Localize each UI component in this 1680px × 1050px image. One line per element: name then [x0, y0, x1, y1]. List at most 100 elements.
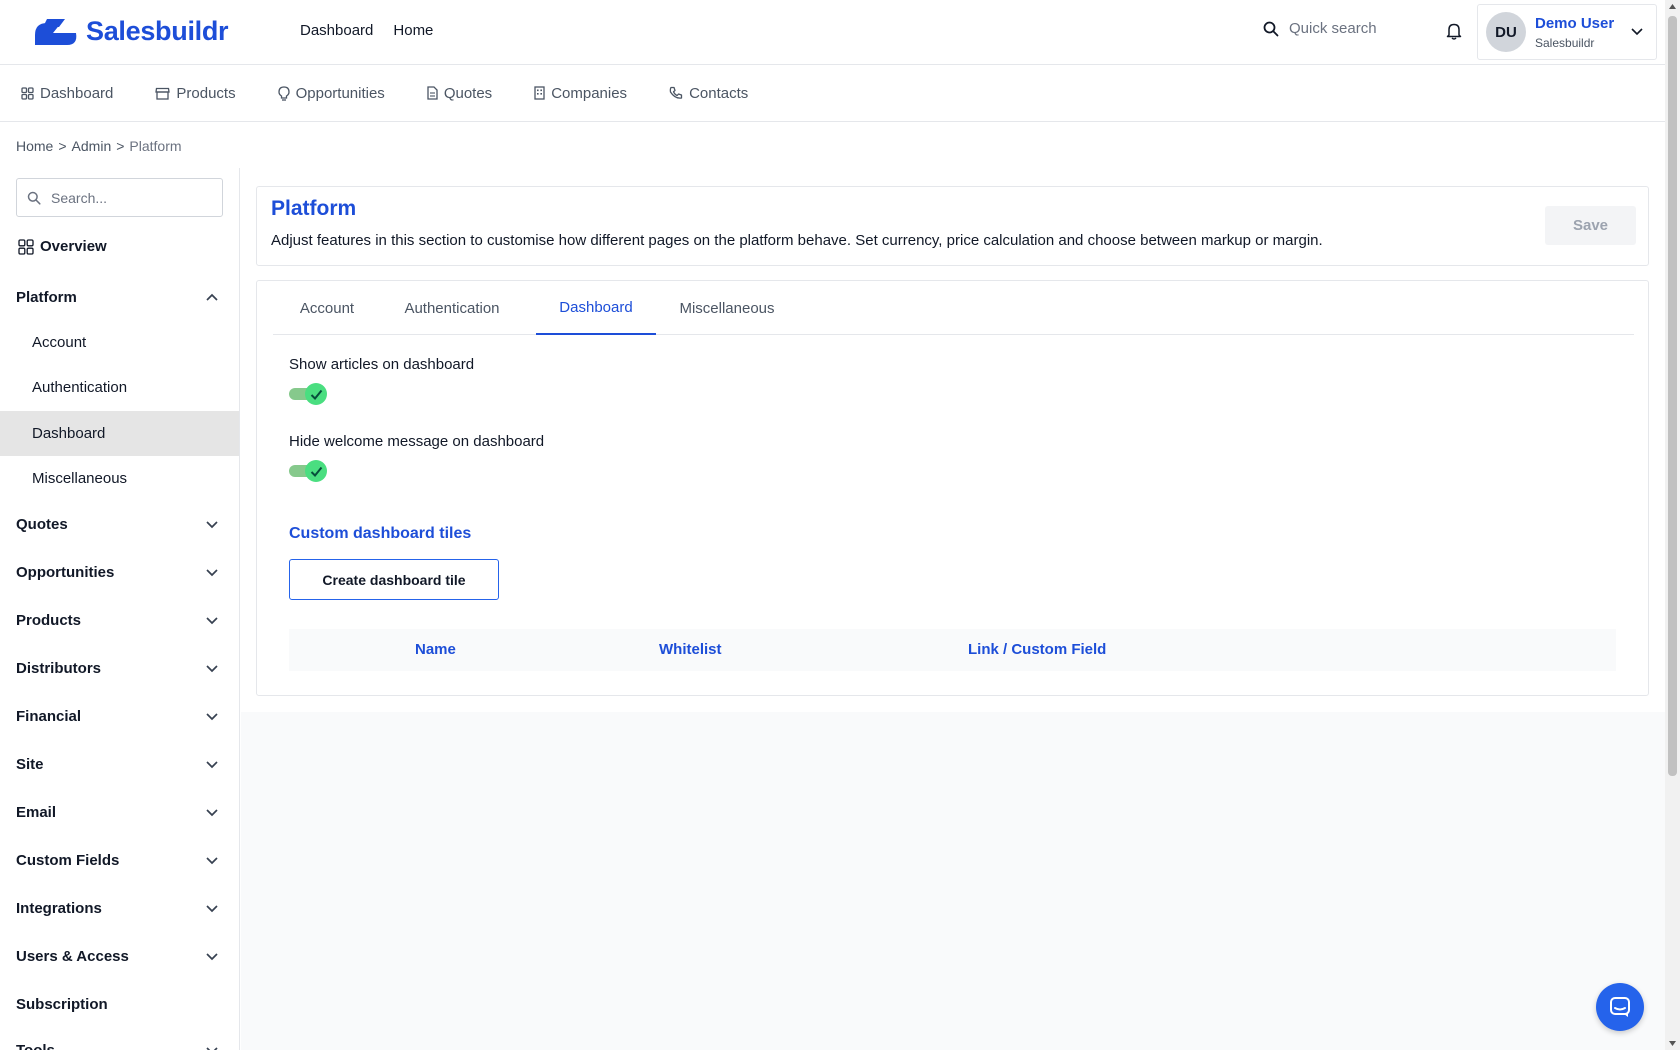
sidebar-section-tools[interactable]: Tools: [0, 1030, 239, 1050]
toggle-knob: [305, 460, 327, 482]
scroll-up-arrow-icon[interactable]: [1668, 3, 1677, 10]
chevron-down-icon: [206, 520, 218, 528]
sidebar-item-overview[interactable]: Overview: [18, 238, 107, 255]
phone-icon: [669, 86, 683, 99]
nav-products[interactable]: Products: [155, 85, 236, 102]
chevron-down-icon: [206, 760, 218, 768]
grid-icon: [18, 238, 34, 255]
column-header-name[interactable]: Name: [415, 641, 456, 658]
sidebar-item-miscellaneous[interactable]: Miscellaneous: [0, 456, 239, 501]
nav-label: Dashboard: [40, 84, 114, 102]
building-icon: [534, 86, 545, 100]
sidebar-section-subscription[interactable]: Subscription: [0, 984, 239, 1024]
tab-dashboard[interactable]: Dashboard: [536, 281, 656, 335]
sidebar-search-input[interactable]: [51, 189, 201, 206]
search-icon: [1263, 21, 1279, 36]
sidebar-section-products[interactable]: Products: [0, 600, 239, 640]
chat-launcher[interactable]: [1596, 983, 1644, 1031]
sidebar-section-custom-fields[interactable]: Custom Fields: [0, 840, 239, 880]
sidebar-section-platform[interactable]: Platform: [0, 277, 239, 317]
tab-authentication[interactable]: Authentication: [381, 281, 523, 335]
user-name: Demo User: [1535, 14, 1615, 32]
column-header-link-custom-field[interactable]: Link / Custom Field: [968, 641, 1106, 658]
tiles-table-header: Name Whitelist Link / Custom Field: [289, 629, 1616, 671]
sidebar-section-integrations[interactable]: Integrations: [0, 888, 239, 928]
nav-opportunities[interactable]: Opportunities: [277, 85, 385, 102]
nav-label: Companies: [551, 84, 628, 102]
user-menu[interactable]: DU Demo User Salesbuildr: [1477, 4, 1657, 60]
chevron-down-icon: [206, 808, 218, 816]
chevron-down-icon: [206, 952, 218, 960]
quick-search[interactable]: Quick search: [1263, 20, 1377, 37]
sidebar-section-label: Tools: [16, 1041, 55, 1050]
user-org: Salesbuildr: [1535, 35, 1595, 50]
create-dashboard-tile-button[interactable]: Create dashboard tile: [289, 559, 499, 600]
save-button[interactable]: Save: [1545, 206, 1636, 245]
chevron-down-icon: [206, 616, 218, 624]
sidebar-section-label: Quotes: [16, 515, 68, 533]
sidebar-section-label: Site: [16, 755, 44, 773]
sidebar-item-authentication[interactable]: Authentication: [0, 365, 239, 410]
sidebar-item-dashboard[interactable]: Dashboard: [0, 411, 239, 456]
breadcrumb-admin[interactable]: Admin: [72, 138, 112, 154]
page-scrollbar[interactable]: [1665, 0, 1680, 1050]
main-background: [241, 712, 1665, 1050]
lightbulb-icon: [277, 85, 290, 101]
bell-icon: [1446, 23, 1462, 40]
page-description: Adjust features in this section to custo…: [271, 232, 1323, 249]
sidebar-section-label: Financial: [16, 707, 82, 725]
sidebar-section-users-access[interactable]: Users & Access: [0, 936, 239, 976]
sidebar-section-label: Email: [16, 803, 57, 821]
page-title: Platform: [271, 197, 357, 220]
chevron-down-icon: [206, 664, 218, 672]
nav-dashboard[interactable]: Dashboard: [21, 85, 113, 102]
checkmark-icon: [310, 389, 322, 400]
settings-card: Account Authentication Dashboard Miscell…: [256, 280, 1649, 696]
sidebar-section-label: Custom Fields: [16, 851, 120, 869]
chat-icon: [1610, 997, 1630, 1017]
notifications-bell[interactable]: [1446, 22, 1462, 40]
sidebar-search[interactable]: [16, 178, 223, 217]
sidebar-section-label: Distributors: [16, 659, 102, 677]
admin-sidebar: Overview Platform Account Authentication…: [0, 168, 240, 1050]
checkmark-icon: [310, 466, 322, 477]
sidebar-section-opportunities[interactable]: Opportunities: [0, 552, 239, 592]
sidebar-section-site[interactable]: Site: [0, 744, 239, 784]
main-nav: Dashboard Products Opportunities Quotes …: [0, 65, 1665, 122]
custom-tiles-title: Custom dashboard tiles: [289, 525, 472, 542]
chevron-up-icon: [206, 293, 218, 301]
tab-miscellaneous[interactable]: Miscellaneous: [656, 281, 798, 335]
search-icon: [27, 191, 41, 205]
sidebar-item-label: Overview: [40, 238, 107, 255]
setting-label-hide-welcome: Hide welcome message on dashboard: [289, 433, 545, 450]
scroll-down-arrow-icon[interactable]: [1668, 1040, 1677, 1047]
tab-account[interactable]: Account: [273, 281, 381, 335]
breadcrumb-separator: >: [116, 138, 125, 154]
sidebar-section-distributors[interactable]: Distributors: [0, 648, 239, 688]
column-header-whitelist[interactable]: Whitelist: [659, 641, 722, 658]
nav-contacts[interactable]: Contacts: [669, 85, 748, 102]
toggle-knob: [305, 383, 327, 405]
salesbuildr-logo-icon: [35, 18, 77, 45]
top-link-home[interactable]: Home: [393, 22, 433, 39]
top-link-dashboard[interactable]: Dashboard: [300, 22, 373, 39]
sidebar-section-financial[interactable]: Financial: [0, 696, 239, 736]
nav-companies[interactable]: Companies: [534, 85, 627, 102]
user-info: Demo User Salesbuildr: [1535, 15, 1614, 50]
nav-label: Contacts: [689, 84, 749, 102]
breadcrumb: Home > Admin > Platform: [16, 138, 182, 154]
sidebar-section-quotes[interactable]: Quotes: [0, 504, 239, 544]
chevron-down-icon: [206, 568, 218, 576]
scrollbar-thumb[interactable]: [1668, 16, 1677, 776]
show-articles-toggle[interactable]: [289, 383, 327, 405]
nav-quotes[interactable]: Quotes: [427, 85, 492, 102]
breadcrumb-home[interactable]: Home: [16, 138, 53, 154]
sidebar-item-account[interactable]: Account: [0, 320, 239, 365]
settings-tabs: Account Authentication Dashboard Miscell…: [273, 281, 1634, 335]
hide-welcome-toggle[interactable]: [289, 460, 327, 482]
chevron-down-icon: [206, 1046, 218, 1050]
brand-logo[interactable]: Salesbuildr: [33, 16, 229, 47]
chevron-down-icon: [206, 904, 218, 912]
sidebar-section-email[interactable]: Email: [0, 792, 239, 832]
page-header-card: Platform Adjust features in this section…: [256, 186, 1649, 266]
